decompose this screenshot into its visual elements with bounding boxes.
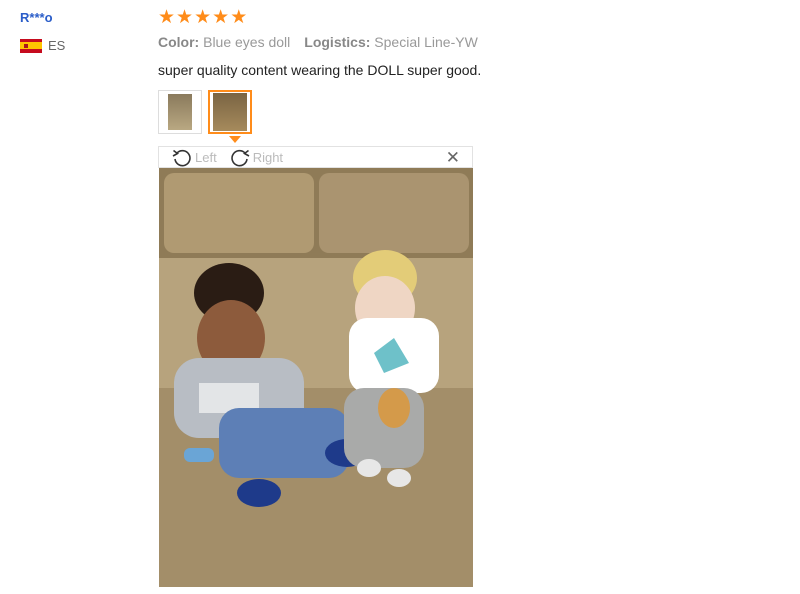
logistics-value: Special Line-YW bbox=[374, 34, 478, 50]
spain-flag-icon bbox=[20, 38, 42, 53]
color-value: Blue eyes doll bbox=[203, 34, 291, 50]
review-text: super quality content wearing the DOLL s… bbox=[158, 62, 482, 78]
color-attribute: Color: Blue eyes doll bbox=[158, 34, 290, 50]
active-thumbnail-caret bbox=[229, 136, 241, 143]
star-icon: ★ bbox=[230, 6, 248, 28]
order-attributes: Color: Blue eyes doll Logistics: Special… bbox=[158, 34, 478, 50]
star-icon: ★ bbox=[194, 6, 212, 28]
review-thumbnail-2[interactable] bbox=[208, 90, 252, 134]
image-viewer-toolbar: Left Right ✕ bbox=[158, 146, 473, 168]
rotate-left-button[interactable]: Left bbox=[171, 146, 217, 168]
close-icon[interactable]: ✕ bbox=[446, 148, 460, 168]
rotate-left-icon bbox=[172, 149, 191, 167]
star-rating: ★ ★ ★ ★ ★ bbox=[158, 6, 247, 28]
rotate-right-icon bbox=[230, 149, 250, 167]
review-photo bbox=[159, 168, 473, 587]
star-icon: ★ bbox=[158, 6, 176, 28]
rotate-right-button[interactable]: Right bbox=[229, 146, 283, 168]
review-thumbnails bbox=[158, 90, 252, 134]
star-icon: ★ bbox=[176, 6, 194, 28]
star-icon: ★ bbox=[212, 6, 230, 28]
reviewer-country: ES bbox=[20, 38, 65, 53]
logistics-attribute: Logistics: Special Line-YW bbox=[304, 34, 478, 50]
country-code: ES bbox=[48, 38, 66, 53]
rotate-left-label: Left bbox=[195, 149, 217, 165]
reviewer-name: R***o bbox=[20, 10, 53, 25]
color-label: Color: bbox=[158, 34, 200, 50]
review-thumbnail-1[interactable] bbox=[158, 90, 202, 134]
thumbnail-image bbox=[213, 93, 247, 131]
logistics-label: Logistics: bbox=[304, 34, 371, 50]
rotate-right-label: Right bbox=[252, 149, 284, 165]
thumbnail-image bbox=[168, 94, 192, 130]
